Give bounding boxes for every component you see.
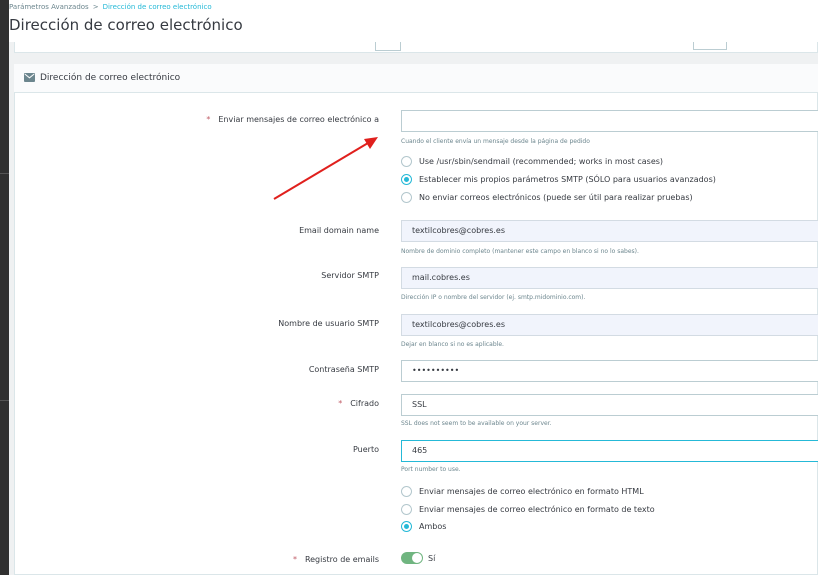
radio-button[interactable]	[401, 156, 412, 167]
previous-panel-field[interactable]	[375, 42, 401, 51]
radio-button-checked[interactable]	[401, 174, 412, 185]
smtp-password-input[interactable]: ••••••••••	[401, 360, 818, 382]
smtp-server-label: Servidor SMTP	[321, 271, 379, 280]
radio-sendmail-label: Use /usr/sbin/sendmail (recommended; wor…	[419, 157, 664, 166]
breadcrumb: Parámetros Avanzados > Dirección de correo…	[9, 3, 212, 11]
required-marker: *	[338, 399, 343, 408]
radio-format-both[interactable]: Ambos	[401, 521, 446, 532]
radio-format-text-label: Enviar mensajes de correo electrónico en…	[419, 505, 655, 514]
card-header: Dirección de correo electrónico	[14, 64, 818, 93]
send-to-label-text: Enviar mensajes de correo electrónico a	[218, 115, 379, 124]
breadcrumb-separator: >	[92, 3, 99, 11]
radio-sendmail[interactable]: Use /usr/sbin/sendmail (recommended; wor…	[401, 156, 663, 167]
required-marker: *	[206, 115, 211, 124]
breadcrumb-current[interactable]: Dirección de correo electrónico	[103, 3, 212, 11]
envelope-icon	[24, 73, 35, 82]
card-title: Dirección de correo electrónico	[40, 73, 181, 83]
page-title: Dirección de correo electrónico	[9, 16, 243, 34]
radio-button[interactable]	[401, 504, 412, 515]
radio-button[interactable]	[401, 486, 412, 497]
radio-format-html-label: Enviar mensajes de correo electrónico en…	[419, 487, 644, 496]
encryption-select[interactable]: SSL	[401, 394, 818, 416]
log-toggle-switch[interactable]	[401, 552, 423, 564]
log-label: * Registro de emails	[293, 555, 379, 564]
log-toggle-label: Sí	[428, 554, 436, 563]
radio-format-html[interactable]: Enviar mensajes de correo electrónico en…	[401, 486, 644, 497]
radio-no-send[interactable]: No enviar correos electrónicos (puede se…	[401, 192, 693, 203]
sidebar	[0, 0, 9, 575]
smtp-user-input[interactable]: textilcobres@cobres.es	[401, 314, 818, 336]
domain-help: Nombre de dominio completo (mantener est…	[401, 248, 639, 255]
sidebar-divider	[0, 400, 9, 401]
previous-panel-field[interactable]	[693, 42, 727, 50]
send-to-label: * Enviar mensajes de correo electrónico a	[206, 115, 379, 124]
radio-smtp-label: Establecer mis propios parámetros SMTP (…	[419, 175, 716, 184]
smtp-server-input[interactable]: mail.cobres.es	[401, 267, 818, 289]
radio-format-both-label: Ambos	[419, 522, 447, 531]
breadcrumb-parent[interactable]: Parámetros Avanzados	[9, 3, 89, 11]
encryption-label: * Cifrado	[338, 399, 379, 408]
log-label-text: Registro de emails	[304, 555, 379, 564]
radio-smtp[interactable]: Establecer mis propios parámetros SMTP (…	[401, 174, 716, 185]
smtp-server-help: Dirección IP o nombre del servidor (ej. …	[401, 294, 586, 301]
smtp-password-label: Contraseña SMTP	[308, 365, 379, 374]
radio-button-checked[interactable]	[401, 521, 412, 532]
encryption-label-text: Cifrado	[350, 399, 379, 408]
smtp-user-label: Nombre de usuario SMTP	[278, 319, 379, 328]
radio-button[interactable]	[401, 192, 412, 203]
port-input[interactable]: 465	[401, 440, 818, 462]
send-to-help: Cuando el cliente envía un mensaje desde…	[401, 138, 590, 145]
domain-input[interactable]: textilcobres@cobres.es	[401, 220, 818, 242]
required-marker: *	[292, 555, 297, 564]
sidebar-divider	[0, 173, 9, 174]
port-label: Puerto	[353, 445, 379, 454]
domain-label: Email domain name	[299, 226, 379, 235]
radio-no-send-label: No enviar correos electrónicos (puede se…	[419, 193, 693, 202]
encryption-help: SSL does not seem to be available on you…	[401, 420, 552, 427]
smtp-user-help: Dejar en blanco si no es aplicable.	[401, 341, 504, 348]
send-to-input[interactable]	[401, 110, 818, 132]
radio-format-text[interactable]: Enviar mensajes de correo electrónico en…	[401, 504, 655, 515]
port-help: Port number to use.	[401, 466, 461, 473]
